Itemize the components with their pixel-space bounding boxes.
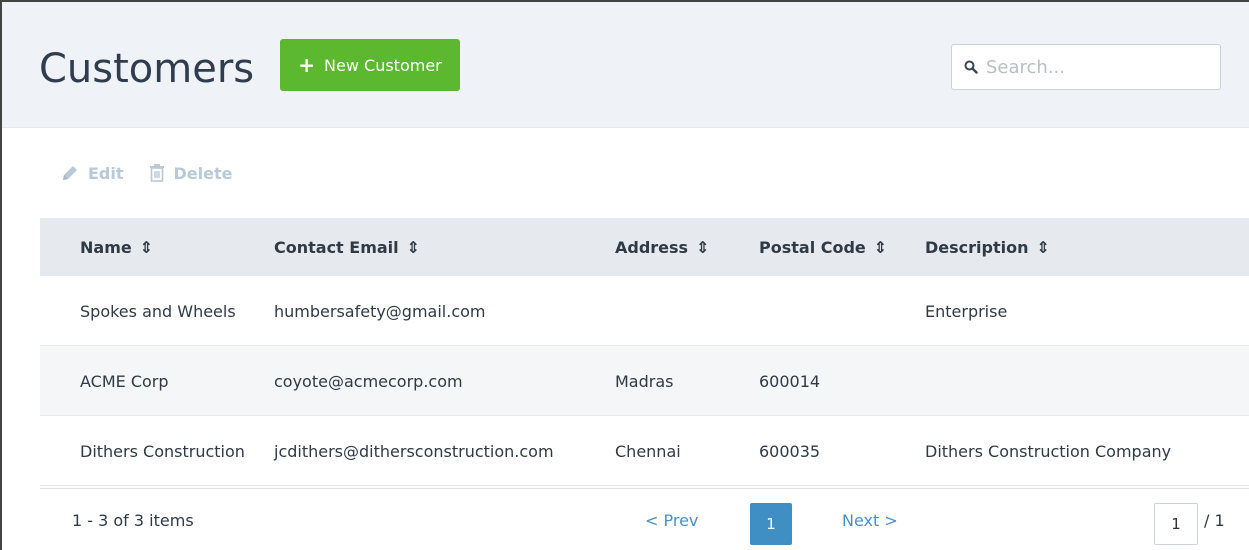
page-number-current[interactable]: 1 [750, 503, 792, 545]
table-row[interactable]: ACME Corp coyote@acmecorp.com Madras 600… [40, 346, 1249, 416]
delete-label: Delete [173, 163, 233, 183]
search-box[interactable] [951, 44, 1221, 90]
delete-button[interactable]: Delete [148, 163, 233, 183]
prev-page-link[interactable]: < Prev [645, 489, 698, 550]
pencil-icon [63, 166, 77, 180]
cell-email: coyote@acmecorp.com [274, 371, 463, 391]
column-header-description[interactable]: Description ⇕ [925, 238, 1050, 257]
new-customer-button[interactable]: + New Customer [280, 39, 460, 91]
sort-icon: ⇕ [406, 237, 421, 257]
sort-icon: ⇕ [873, 237, 888, 257]
sort-icon: ⇕ [139, 237, 154, 257]
customers-table: Name ⇕ Contact Email ⇕ Address ⇕ Postal … [40, 218, 1249, 486]
table-row[interactable]: Dithers Construction jcdithers@dithersco… [40, 416, 1249, 486]
page-title: Customers [39, 46, 255, 92]
column-header-postal-code[interactable]: Postal Code ⇕ [759, 238, 887, 257]
cell-postal-code: 600014 [759, 371, 821, 391]
table-header: Name ⇕ Contact Email ⇕ Address ⇕ Postal … [40, 218, 1249, 276]
new-customer-label: New Customer [324, 55, 442, 75]
cell-postal-code: 600035 [759, 441, 821, 461]
cell-address: Chennai [615, 441, 681, 461]
table-row[interactable]: Spokes and Wheels humbersafety@gmail.com… [40, 276, 1249, 346]
trash-icon [149, 164, 164, 182]
action-toolbar: Edit Delete [60, 163, 232, 183]
items-summary: 1 - 3 of 3 items [72, 510, 194, 530]
page-total: / 1 [1204, 510, 1225, 530]
cell-description: Dithers Construction Company [925, 441, 1172, 461]
search-icon [964, 60, 978, 74]
edit-button[interactable]: Edit [60, 163, 124, 183]
cell-description: Enterprise [925, 301, 1008, 321]
next-page-link[interactable]: Next > [842, 489, 898, 550]
pagination-bar: 1 - 3 of 3 items < Prev 1 Next > / 1 [40, 488, 1249, 550]
cell-name: Spokes and Wheels [80, 301, 236, 321]
column-header-name[interactable]: Name ⇕ [80, 238, 153, 257]
column-header-address[interactable]: Address ⇕ [615, 238, 709, 257]
page-header: Customers + New Customer [2, 2, 1249, 128]
cell-name: ACME Corp [80, 371, 169, 391]
cell-email: jcdithers@dithersconstruction.com [274, 441, 554, 461]
edit-label: Edit [88, 163, 124, 183]
search-input[interactable] [986, 56, 1206, 78]
column-header-email[interactable]: Contact Email ⇕ [274, 238, 420, 257]
cell-name: Dithers Construction [80, 441, 245, 461]
cell-email: humbersafety@gmail.com [274, 301, 486, 321]
sort-icon: ⇕ [696, 237, 710, 257]
plus-icon: + [298, 53, 316, 77]
sort-icon: ⇕ [1036, 237, 1050, 257]
page-number-input[interactable] [1154, 503, 1198, 545]
cell-address: Madras [615, 371, 674, 391]
